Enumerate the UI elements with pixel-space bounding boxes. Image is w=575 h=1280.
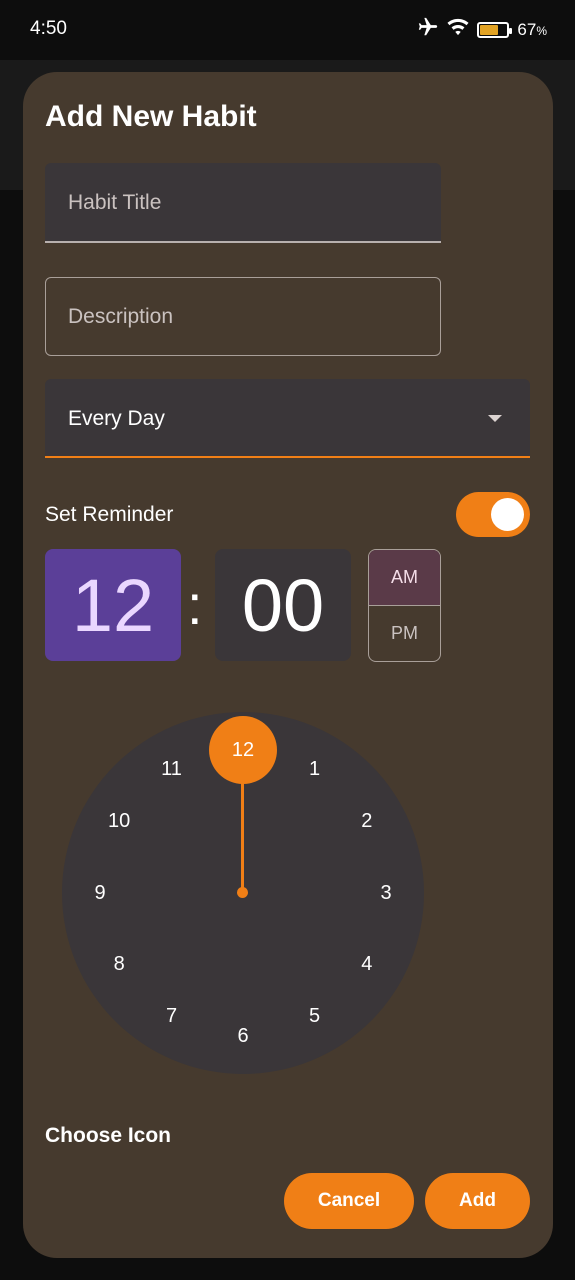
airplane-icon (417, 16, 439, 43)
clock-number-7[interactable]: 7 (154, 999, 190, 1035)
reminder-toggle[interactable] (456, 492, 530, 537)
clock-number-2[interactable]: 2 (349, 804, 385, 840)
am-button[interactable]: AM (369, 550, 440, 606)
frequency-dropdown[interactable]: Every Day (45, 379, 530, 458)
status-time: 4:50 (30, 18, 67, 39)
choose-icon-label: Choose Icon (45, 1124, 172, 1147)
clock-number-8[interactable]: 8 (101, 947, 137, 983)
hour-field[interactable]: 12 (45, 549, 181, 661)
clock-number-10[interactable]: 10 (101, 804, 137, 840)
clock-selected-number[interactable]: 12 (209, 716, 277, 784)
habit-title-placeholder: Habit Title (68, 191, 162, 214)
clock-number-3[interactable]: 3 (368, 875, 404, 911)
clock-dial[interactable]: 12 1 2 3 4 5 6 7 8 9 10 11 (62, 712, 424, 1074)
wifi-icon (447, 17, 469, 42)
pm-button[interactable]: PM (369, 606, 440, 662)
toggle-knob (491, 498, 524, 531)
cancel-button[interactable]: Cancel (284, 1173, 414, 1229)
minute-field[interactable]: 00 (215, 549, 351, 661)
dialog-title: Add New Habit (45, 100, 257, 133)
habit-title-input[interactable]: Habit Title (45, 163, 441, 243)
status-icons: 67% (417, 16, 547, 43)
battery-fill (480, 24, 498, 35)
battery-percentage: 67% (517, 19, 547, 39)
clock-number-1[interactable]: 1 (297, 751, 333, 787)
clock-number-9[interactable]: 9 (82, 875, 118, 911)
frequency-value: Every Day (68, 407, 165, 430)
clock-number-5[interactable]: 5 (297, 999, 333, 1035)
add-button[interactable]: Add (425, 1173, 530, 1229)
add-habit-dialog: Add New Habit Habit Title Description Ev… (23, 72, 553, 1258)
set-reminder-label: Set Reminder (45, 503, 174, 526)
clock-center (237, 887, 248, 898)
status-bar: 4:50 67% (0, 0, 575, 60)
time-separator: : (187, 573, 203, 636)
description-input[interactable]: Description (45, 277, 441, 356)
dropdown-caret-icon (488, 415, 502, 422)
clock-number-11[interactable]: 11 (154, 751, 190, 787)
description-placeholder: Description (68, 305, 174, 328)
am-pm-selector: AM PM (368, 549, 441, 662)
battery-icon (477, 21, 513, 38)
clock-number-4[interactable]: 4 (349, 947, 385, 983)
clock-number-6[interactable]: 6 (225, 1018, 261, 1054)
